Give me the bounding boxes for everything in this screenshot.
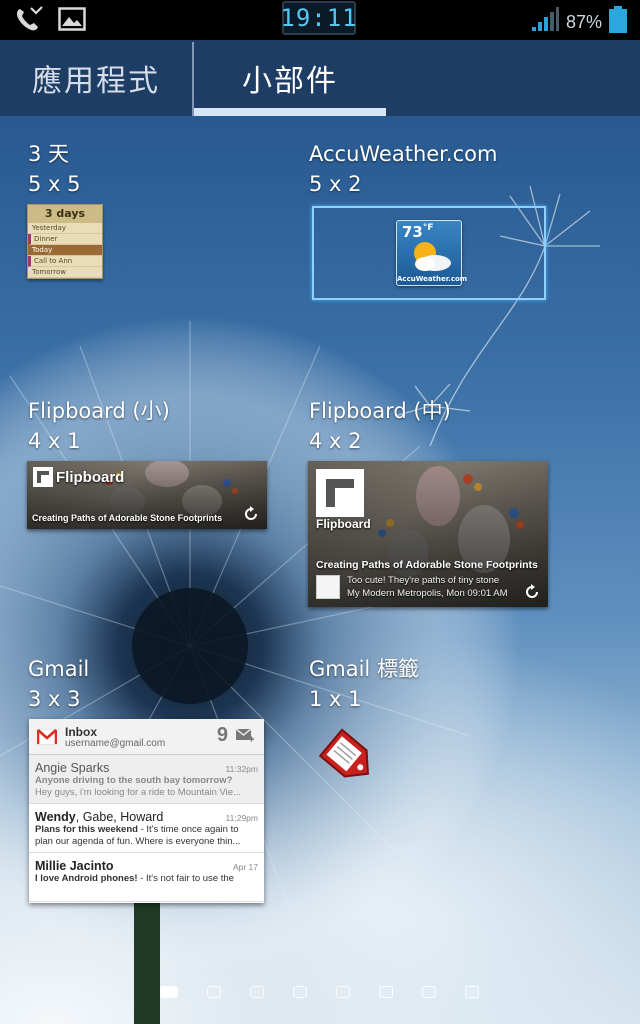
weather-brand: AccuWeather.com [397, 275, 468, 283]
preview-row: Yesterday [28, 223, 102, 234]
preview-row: Call to Ann [28, 256, 102, 267]
email-time: 11:32pm [225, 764, 258, 774]
widget-size: 5 x 2 [309, 172, 362, 196]
clock: 19:11 [280, 1, 358, 35]
preview-row: Tomorrow [28, 267, 102, 278]
widget-preview-gmail-label[interactable] [312, 720, 384, 794]
preview-row: Dinner [28, 234, 102, 245]
page-dot[interactable] [207, 986, 221, 998]
refresh-icon [245, 506, 257, 520]
widget-name: Gmail [28, 657, 90, 681]
email-sender: Angie Sparks [35, 761, 110, 775]
widget-name: Flipboard (小) [28, 399, 170, 423]
widget-size: 1 x 1 [309, 687, 362, 711]
widget-preview-flipboard-medium[interactable]: Flipboard Creating Paths of Adorable Sto… [308, 461, 548, 607]
flipboard-headline: Creating Paths of Adorable Stone Footpri… [316, 559, 538, 571]
email-subject: Anyone driving to the south bay tomorrow… [35, 775, 233, 786]
label-tag-icon [318, 728, 369, 778]
page-dot[interactable] [250, 986, 264, 998]
preview-title: 3 days [28, 205, 102, 223]
widget-label-gmail: Gmail 3 x 3 [28, 654, 89, 714]
preview-row: Today [28, 245, 102, 256]
compose-icon [236, 729, 254, 742]
tab-bar: 應用程式 小部件 [0, 40, 640, 116]
email-row: Millie Jacinto Apr 17 I love Android pho… [29, 853, 264, 902]
tab-widgets-label: 小部件 [242, 64, 338, 99]
page-dot[interactable] [293, 986, 307, 998]
flipboard-snippet: Too cute! They're paths of tiny stone [347, 575, 500, 586]
email-snippet: - It's time once again to [137, 824, 239, 835]
email-sender: Millie Jacinto [35, 859, 114, 873]
email-row: Wendy, Gabe, Howard 11:29pm Plans for th… [29, 804, 264, 853]
gmail-header: Inbox username@gmail.com 9 [29, 719, 264, 755]
battery-percent: 87% [565, 11, 602, 32]
widget-size: 4 x 1 [28, 429, 81, 453]
widget-size: 5 x 5 [28, 172, 81, 196]
email-row: Angie Sparks 11:32pm Anyone driving to t… [29, 755, 264, 804]
widget-label-accuweather: AccuWeather.com 5 x 2 [309, 139, 497, 199]
widget-label-gmail-label: Gmail 標籤 1 x 1 [309, 654, 419, 714]
widget-preview-accuweather[interactable]: 73°F AccuWeather.com [312, 206, 546, 300]
page-dot[interactable] [336, 986, 350, 998]
email-snippet-line: plan our agenda of fun. Where is everyon… [35, 836, 241, 847]
clock-time: 19:11 [280, 4, 358, 32]
email-subject: Plans for this weekend [35, 824, 138, 835]
status-bar: 19:11 87% [0, 0, 640, 40]
flipboard-icon [33, 467, 53, 487]
widget-preview-gmail[interactable]: Inbox username@gmail.com 9 Angie Sparks … [29, 719, 264, 903]
widget-label-three-days: 3 天 5 x 5 [28, 139, 81, 199]
widget-label-flipboard-small: Flipboard (小) 4 x 1 [28, 396, 170, 456]
source-thumbnail [316, 575, 340, 599]
tab-apps[interactable]: 應用程式 [0, 40, 192, 116]
gmail-account: username@gmail.com [65, 738, 166, 749]
page-dot[interactable] [465, 986, 479, 998]
widget-name: AccuWeather.com [309, 142, 498, 166]
refresh-icon [526, 584, 538, 598]
flipboard-wordmark: Flipboard [56, 468, 125, 486]
unread-count: 9 [216, 724, 228, 746]
accuweather-icon: 73°F AccuWeather.com [396, 220, 468, 286]
battery-icon [608, 6, 628, 38]
tab-widgets[interactable]: 小部件 [194, 40, 386, 116]
widget-size: 4 x 2 [309, 429, 362, 453]
widget-name: 3 天 [28, 142, 70, 166]
page-dot[interactable] [422, 986, 436, 998]
page-dot[interactable] [379, 986, 393, 998]
email-snippet: - It's not fair to use the [137, 873, 234, 884]
email-sender: Wendy, Gabe, Howard [35, 810, 164, 824]
email-subject: I love Android phones! [35, 873, 138, 884]
gmail-icon [37, 729, 57, 745]
widget-preview-three-days[interactable]: 3 days Yesterday Dinner Today Call to An… [27, 204, 103, 279]
tab-selected-indicator [194, 108, 386, 116]
flipboard-logo: Flipboard [33, 467, 124, 487]
sun-cloud-icon [414, 242, 451, 271]
gallery-icon [58, 7, 86, 35]
widget-label-flipboard-medium: Flipboard (中) 4 x 2 [309, 396, 451, 456]
email-time: 11:29pm [225, 813, 258, 823]
flipboard-headline: Creating Paths of Adorable Stone Footpri… [32, 513, 223, 523]
gmail-folder: Inbox [65, 725, 97, 739]
signal-icon [530, 7, 560, 37]
page-dot-active[interactable] [160, 986, 178, 998]
flipboard-wordmark: Flipboard [316, 517, 371, 531]
email-snippet: Hey guys, i'm looking for a ride to Moun… [35, 787, 241, 798]
widget-name: Flipboard (中) [309, 399, 451, 423]
email-time: Apr 17 [232, 862, 258, 872]
tab-apps-label: 應用程式 [32, 64, 160, 99]
widget-preview-flipboard-small[interactable]: Flipboard Creating Paths of Adorable Sto… [27, 461, 267, 529]
page-indicator [160, 986, 479, 998]
widget-size: 3 x 3 [28, 687, 81, 711]
flipboard-source: My Modern Metropolis, Mon 09:01 AM [347, 588, 508, 599]
missed-call-icon [14, 6, 44, 36]
flipboard-icon [316, 469, 364, 517]
widget-name: Gmail 標籤 [309, 657, 419, 681]
